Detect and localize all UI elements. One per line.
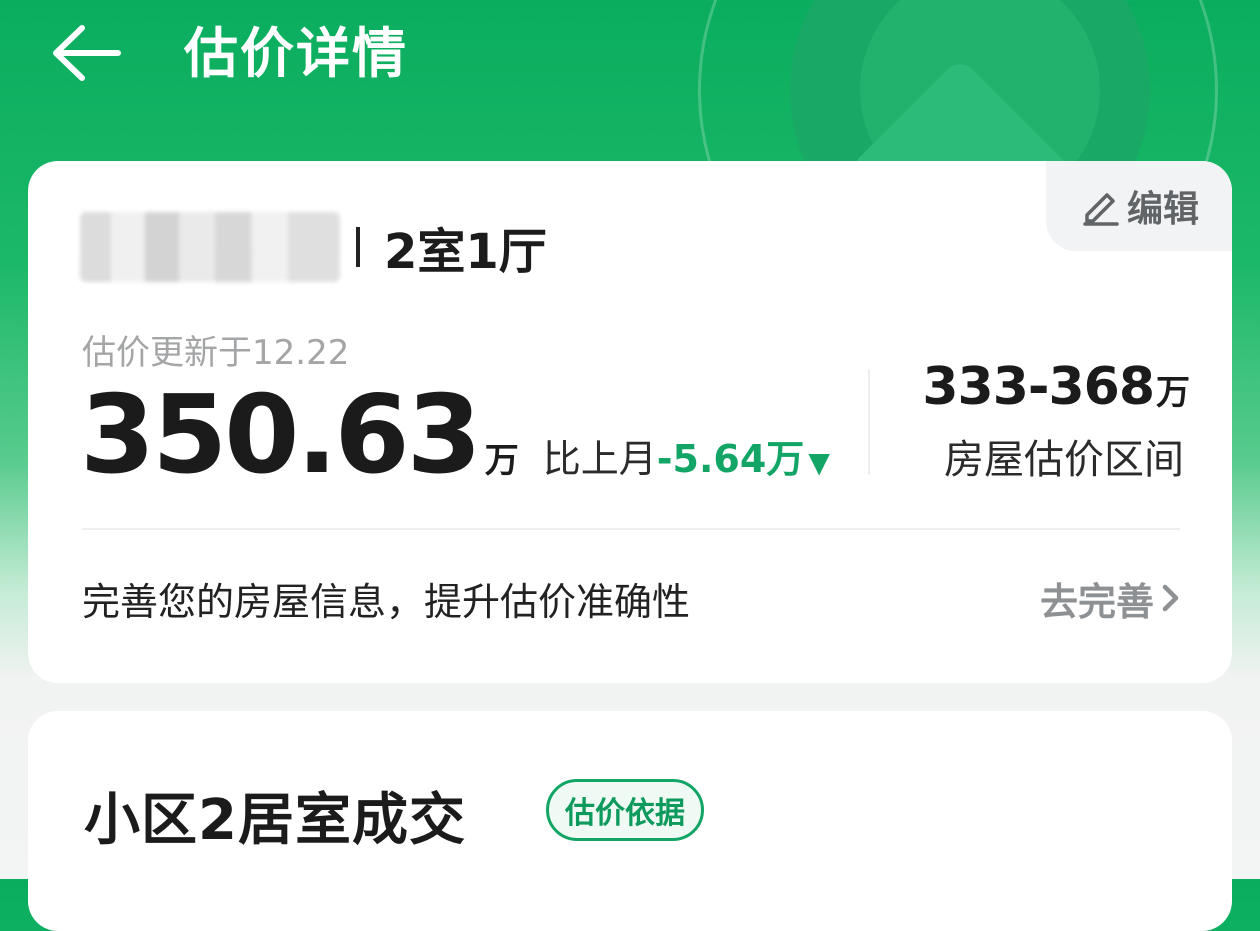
pencil-icon [1083, 193, 1119, 226]
price-value: 350.63 [80, 373, 482, 498]
update-time: 估价更新于12.22 [82, 333, 350, 373]
triangle-down-icon: ▼ [808, 446, 830, 479]
valuation-card: 编辑 2室1厅 估价更新于12.22 350.63 万 比上月 -5.64万 ▼… [28, 161, 1232, 683]
range-value-row: 333-368 万 [922, 357, 1190, 417]
improve-info-link[interactable]: 去完善 [1040, 571, 1182, 626]
price-unit: 万 [484, 441, 519, 481]
range-label: 房屋估价区间 [944, 437, 1184, 483]
deals-title: 小区2居室成交 [84, 788, 466, 853]
horizontal-divider [82, 528, 1180, 530]
improve-info-row[interactable]: 完善您的房屋信息，提升估价准确性 去完善 [82, 563, 1182, 633]
vertical-divider [868, 369, 870, 475]
change-label: 比上月 [542, 437, 657, 481]
improve-info-text: 完善您的房屋信息，提升估价准确性 [82, 579, 691, 624]
house-name-row: 2室1厅 [80, 205, 547, 289]
name-separator [356, 227, 360, 267]
page-title: 估价详情 [184, 22, 408, 85]
deals-card: 小区2居室成交 估价依据 [28, 711, 1232, 931]
price-row: 350.63 万 比上月 -5.64万 ▼ [80, 381, 830, 491]
edit-button[interactable]: 编辑 [1046, 161, 1232, 251]
range-unit: 万 [1156, 373, 1190, 413]
arrow-left-icon [53, 25, 121, 81]
improve-link-label: 去完善 [1039, 579, 1154, 624]
change-value: -5.64万 [656, 437, 805, 481]
chevron-right-icon [1162, 584, 1179, 612]
valuation-basis-tag: 估价依据 [546, 779, 704, 841]
back-button[interactable] [46, 22, 124, 84]
range-value: 333-368 [922, 357, 1155, 417]
edit-label: 编辑 [1126, 189, 1199, 230]
blurred-house-name [80, 212, 340, 282]
house-layout: 2室1厅 [384, 224, 547, 280]
